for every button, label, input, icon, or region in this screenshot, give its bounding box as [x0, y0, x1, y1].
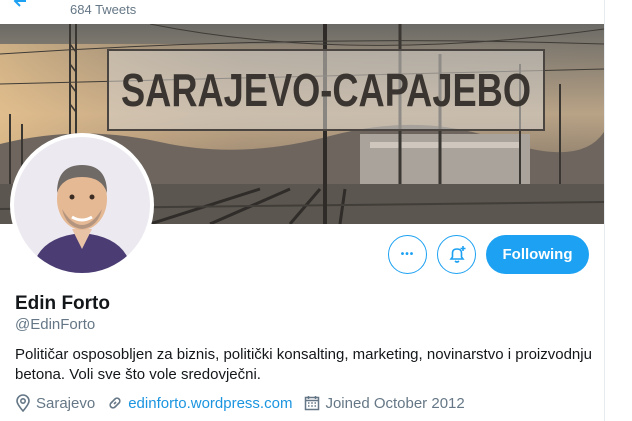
notifications-button[interactable]: [437, 235, 476, 274]
profile-bio: Političar osposobljen za biznis, politič…: [15, 346, 592, 383]
tweet-count: 684 Tweets: [70, 2, 137, 17]
profile-handle: @EdinForto: [15, 316, 96, 333]
column-divider: [604, 0, 605, 421]
location-text: Sarajevo: [36, 394, 96, 412]
website-item[interactable]: edinforto.wordpress.com: [107, 395, 292, 412]
avatar-photo: [14, 137, 150, 273]
more-button[interactable]: •••: [388, 235, 427, 274]
profile-meta: Sarajevo edinforto.wordpress.com Joined …: [15, 392, 477, 414]
profile-name: Edin Forto: [15, 293, 110, 314]
following-button[interactable]: Following: [486, 235, 589, 274]
link-icon: [109, 397, 121, 409]
following-button-label: Following: [502, 246, 573, 263]
location-item: Sarajevo: [15, 394, 95, 412]
back-arrow-icon[interactable]: [12, 0, 30, 10]
joined-item: Joined October 2012: [304, 394, 465, 412]
profile-header-bar: 684 Tweets: [0, 0, 632, 24]
website-link[interactable]: edinforto.wordpress.com: [128, 395, 292, 412]
station-sign-text: SARAJEVO-CAPAJEBO: [121, 64, 531, 116]
location-icon: [16, 394, 30, 412]
joined-date: Joined October 2012: [325, 394, 465, 412]
calendar-icon: [305, 396, 320, 411]
notification-bell-icon: [448, 245, 465, 263]
more-icon: •••: [400, 249, 415, 260]
avatar[interactable]: [10, 133, 154, 277]
